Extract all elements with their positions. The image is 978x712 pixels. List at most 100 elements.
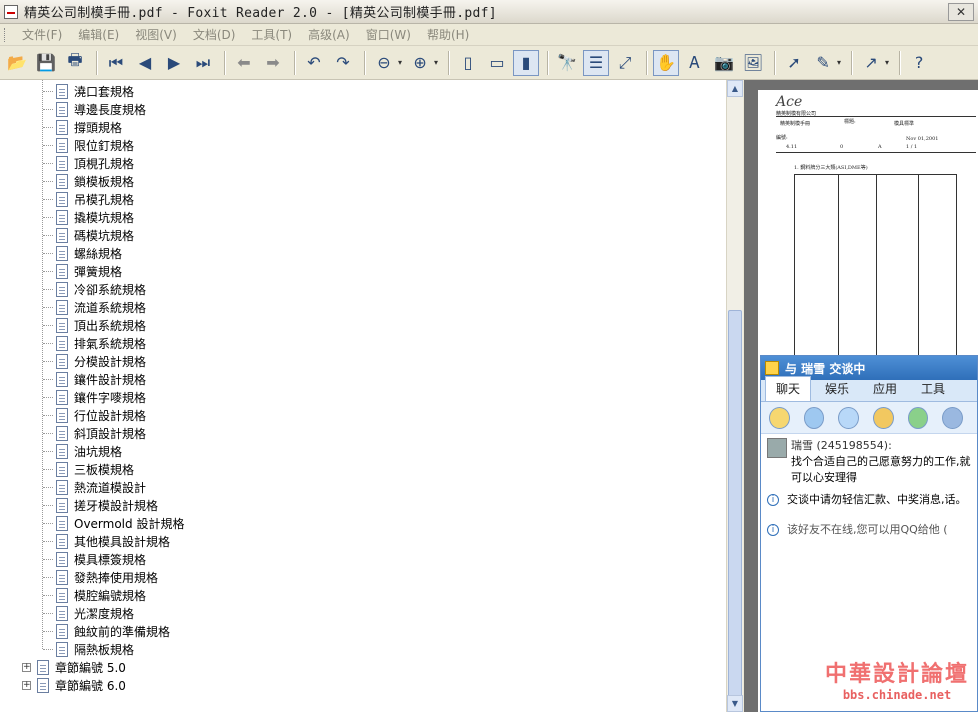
find-icon[interactable]: 🔭 [554, 50, 580, 76]
menu-view[interactable]: 视图(V) [135, 26, 177, 43]
forward-icon[interactable]: ➡ [260, 50, 286, 76]
chat-notice: i 交谈中请勿轻信汇款、中奖消息,话。 [767, 492, 971, 508]
open-icon[interactable]: 📂 [4, 50, 30, 76]
tab-apps[interactable]: 应用 [863, 377, 907, 401]
tree-connector [42, 80, 43, 649]
expand-icon[interactable]: + [22, 680, 31, 690]
menu-advanced[interactable]: 高级(A) [308, 26, 350, 43]
bookmark-item[interactable]: 模具標簽規格 [56, 550, 146, 568]
share-icon[interactable] [873, 406, 894, 429]
notice-text: 交谈中请勿轻信汇款、中奖消息,话。 [787, 493, 967, 506]
zoom-in-icon[interactable]: ⊕ [407, 50, 433, 76]
chat-message: 瑞雪 (245198554): 找个合适自己的己愿意努力的工作,就可以心安理得 [767, 438, 971, 486]
bookmark-label: 彈簧規格 [74, 264, 123, 279]
scroll-up-arrow-icon[interactable]: ▲ [727, 80, 743, 97]
next-page-icon[interactable]: ▶ [161, 50, 187, 76]
bookmark-item[interactable]: 碼模坑規格 [56, 226, 134, 244]
bookmark-item[interactable]: 鑲件設計規格 [56, 370, 146, 388]
bookmark-item[interactable]: 頂出系統規格 [56, 316, 146, 334]
bookmark-item[interactable]: 頂梘孔規格 [56, 154, 134, 172]
bookmark-item[interactable]: 油坑規格 [56, 442, 122, 460]
menu-file[interactable]: 文件(F) [22, 26, 62, 43]
highlight-icon[interactable]: ✎ [810, 50, 836, 76]
menu-window[interactable]: 窗口(W) [366, 26, 411, 43]
text-select-icon[interactable]: Ꭺ [682, 50, 708, 76]
menu-edit[interactable]: 编辑(E) [78, 26, 119, 43]
tab-entertainment[interactable]: 娱乐 [815, 377, 859, 401]
bookmark-item[interactable]: 搓牙模設計規格 [56, 496, 158, 514]
bookmark-item[interactable]: 導邊長度規格 [56, 100, 146, 118]
arrow-tool-icon[interactable]: ↗ [858, 50, 884, 76]
tree-connector [43, 505, 53, 506]
toolbar-separator [851, 50, 854, 75]
tab-chat[interactable]: 聊天 [765, 376, 812, 401]
close-button[interactable]: ✕ [948, 3, 974, 21]
bookmark-item[interactable]: 光潔度規格 [56, 604, 134, 622]
bookmark-item[interactable]: 鑲件字嘜規格 [56, 388, 146, 406]
save-icon[interactable]: 💾 [33, 50, 59, 76]
bookmark-item[interactable]: 吊模孔規格 [56, 190, 134, 208]
pointer-icon[interactable]: ➚ [781, 50, 807, 76]
bookmark-item[interactable]: 三板模規格 [56, 460, 134, 478]
bookmark-item[interactable]: 澆口套規格 [56, 82, 134, 100]
dropdown-arrow-icon[interactable]: ▾ [434, 58, 438, 67]
bookmark-item[interactable]: 冷卻系統規格 [56, 280, 146, 298]
bookmark-item[interactable]: 限位釘規格 [56, 136, 134, 154]
zoom-out-icon[interactable]: ⊖ [371, 50, 397, 76]
tree-connector [43, 235, 53, 236]
bookmark-item[interactable]: 熱流道模設計 [56, 478, 146, 496]
last-page-icon[interactable]: ⏭ [190, 50, 216, 76]
bookmark-item[interactable]: Overmold 設計規格 [56, 514, 184, 532]
bookmark-item[interactable]: 蝕紋前的準備規格 [56, 622, 170, 640]
hand-tool-icon[interactable]: ✋ [653, 49, 680, 76]
video-icon[interactable] [803, 406, 825, 429]
page-rule [776, 152, 976, 153]
scroll-thumb[interactable] [728, 310, 742, 700]
print-icon[interactable]: 🖶 [62, 50, 88, 76]
back-icon[interactable]: ⬅ [231, 50, 257, 76]
rotate-left-icon[interactable]: ↶ [301, 50, 327, 76]
bookmark-item[interactable]: 撐頭規格 [56, 118, 122, 136]
more-icon[interactable] [942, 406, 964, 429]
tab-tools[interactable]: 工具 [911, 377, 955, 401]
dropdown-arrow-icon[interactable]: ▾ [885, 58, 889, 67]
menu-tools[interactable]: 工具(T) [251, 26, 292, 43]
snapshot-icon[interactable]: 📷 [711, 50, 737, 76]
facing-icon[interactable]: ▮ [513, 49, 540, 76]
menu-help[interactable]: 帮助(H) [427, 26, 469, 43]
continuous-icon[interactable]: ▭ [484, 50, 510, 76]
add-friend-icon[interactable] [907, 406, 929, 429]
bookmark-item[interactable]: 撬模坑規格 [56, 208, 134, 226]
bookmark-item[interactable]: 鎖模板規格 [56, 172, 134, 190]
full-screen-icon[interactable]: ⤢ [612, 50, 638, 76]
bookmark-item[interactable]: 行位設計規格 [56, 406, 146, 424]
expand-icon[interactable]: + [22, 662, 31, 672]
bookmark-item[interactable]: 彈簧規格 [56, 262, 122, 280]
bookmarks-scrollbar[interactable]: ▲ ▼ [726, 80, 743, 712]
bookmark-item[interactable]: 斜頂設計規格 [56, 424, 146, 442]
voice-icon[interactable] [838, 406, 860, 429]
dropdown-arrow-icon[interactable]: ▾ [398, 58, 402, 67]
bookmark-item[interactable]: 其他模具設計規格 [56, 532, 170, 550]
bookmark-item[interactable]: 模腔編號規格 [56, 586, 146, 604]
first-page-icon[interactable]: ⏮ [103, 50, 129, 76]
bookmark-item[interactable]: 排氣系統規格 [56, 334, 146, 352]
help-icon[interactable]: ? [906, 50, 932, 76]
file-transfer-icon[interactable] [769, 406, 790, 429]
single-page-icon[interactable]: ▯ [455, 50, 481, 76]
bookmark-item[interactable]: 流道系統規格 [56, 298, 146, 316]
bookmark-item[interactable]: 發熱捧使用規格 [56, 568, 158, 586]
dropdown-arrow-icon[interactable]: ▾ [837, 58, 841, 67]
rotate-right-icon[interactable]: ↷ [330, 50, 356, 76]
previous-page-icon[interactable]: ◀ [132, 50, 158, 76]
document-icon [56, 83, 68, 99]
menu-document[interactable]: 文档(D) [193, 26, 236, 43]
bookmark-chapter[interactable]: + 章節編號 5.0 [22, 658, 126, 676]
bookmarks-panel-icon[interactable]: ☰ [583, 49, 610, 76]
bookmark-item[interactable]: 螺絲規格 [56, 244, 122, 262]
bookmark-chapter[interactable]: + 章節編號 6.0 [22, 676, 126, 694]
image-select-icon[interactable]: 🖼 [740, 50, 766, 76]
bookmark-item[interactable]: 隔熱板規格 [56, 640, 134, 658]
bookmark-item[interactable]: 分模設計規格 [56, 352, 146, 370]
scroll-down-arrow-icon[interactable]: ▼ [727, 695, 743, 712]
